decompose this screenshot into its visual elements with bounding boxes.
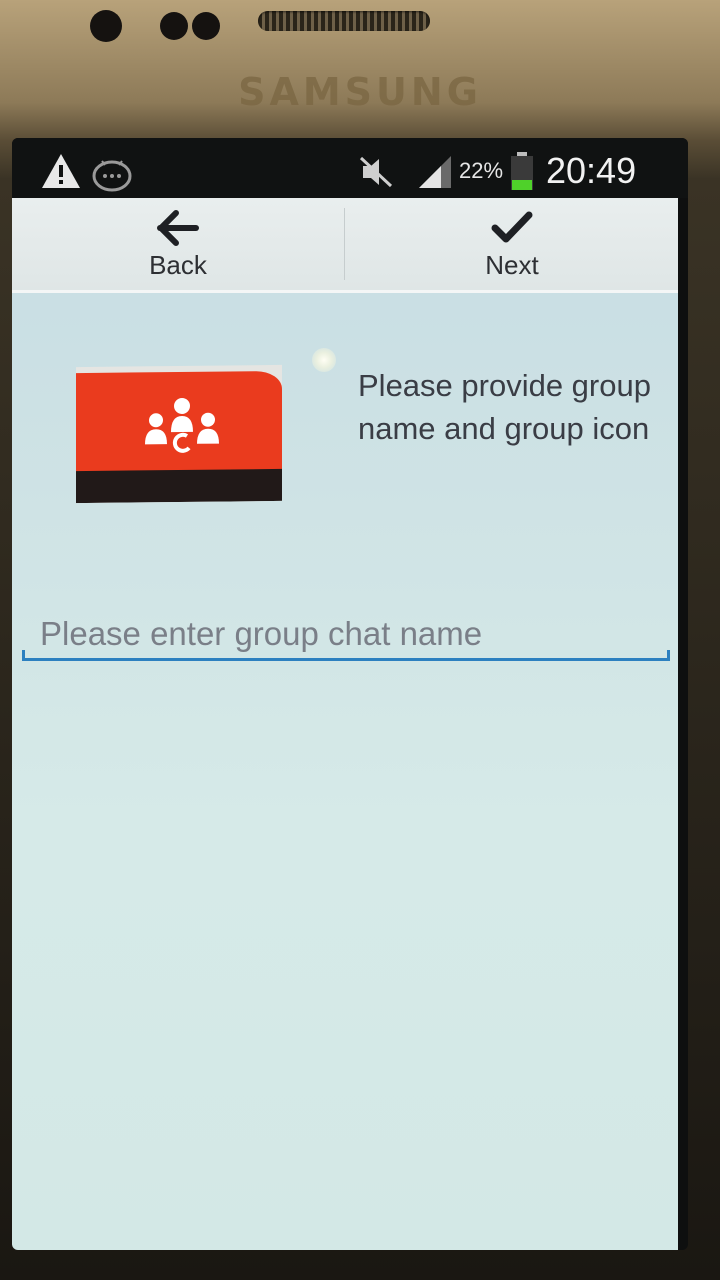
arrow-left-icon (157, 210, 199, 246)
device-brand: SAMSUNG (238, 70, 482, 114)
back-button[interactable]: Back (68, 198, 288, 290)
mute-icon (359, 156, 393, 188)
action-bar: Back Next (12, 198, 678, 293)
input-underline-right-tick (667, 650, 670, 660)
checkmark-icon (491, 211, 533, 243)
battery-percent: 22% (459, 158, 504, 183)
input-underline (22, 658, 670, 661)
phone-bezel: SAMSUNG 22% 20:49 Back Next Please provi… (0, 0, 720, 1280)
earpiece-speaker (258, 11, 430, 31)
group-icon-background (76, 370, 282, 474)
next-button[interactable]: Next (402, 198, 622, 290)
signal-icon (419, 156, 451, 188)
front-camera (90, 10, 122, 42)
status-bar: 22% 20:49 (12, 138, 688, 198)
group-name-input[interactable] (22, 608, 670, 660)
group-icon-footer (76, 468, 282, 504)
create-group-screen: Back Next Please provide group name and … (12, 198, 678, 1250)
sensor-right (192, 12, 220, 40)
warning-icon (42, 154, 80, 188)
light-glare (312, 348, 336, 372)
action-divider (344, 208, 345, 280)
back-label: Back (149, 250, 207, 280)
input-underline-left-tick (22, 650, 25, 660)
sensor-left (160, 12, 188, 40)
clock: 20:49 (546, 150, 637, 191)
group-people-icon (145, 397, 219, 453)
android-debug-icon (92, 160, 132, 192)
group-icon-picker[interactable] (76, 364, 282, 504)
group-prompt-text: Please provide group name and group icon (358, 368, 651, 446)
next-label: Next (485, 250, 539, 280)
battery-icon (511, 152, 533, 190)
phone-screen: 22% 20:49 Back Next Please provide group… (12, 138, 688, 1250)
